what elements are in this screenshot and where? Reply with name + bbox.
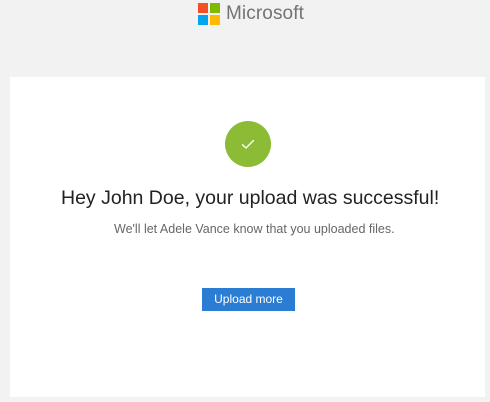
header: Microsoft xyxy=(198,3,304,25)
microsoft-logo-icon xyxy=(198,3,220,25)
brand-name: Microsoft xyxy=(226,3,304,24)
logo-square-green xyxy=(210,3,220,13)
logo-square-blue xyxy=(198,15,208,25)
upload-more-button[interactable]: Upload more xyxy=(202,288,295,311)
upload-success-page: Microsoft Hey John Doe, your upload was … xyxy=(0,0,490,402)
checkmark-icon xyxy=(241,139,255,149)
success-heading: Hey John Doe, your upload was successful… xyxy=(61,187,440,209)
success-checkmark-icon xyxy=(225,121,271,167)
logo-square-red xyxy=(198,3,208,13)
logo-square-yellow xyxy=(210,15,220,25)
notification-message: We'll let Adele Vance know that you uplo… xyxy=(114,222,395,236)
success-card: Hey John Doe, your upload was successful… xyxy=(10,77,485,397)
